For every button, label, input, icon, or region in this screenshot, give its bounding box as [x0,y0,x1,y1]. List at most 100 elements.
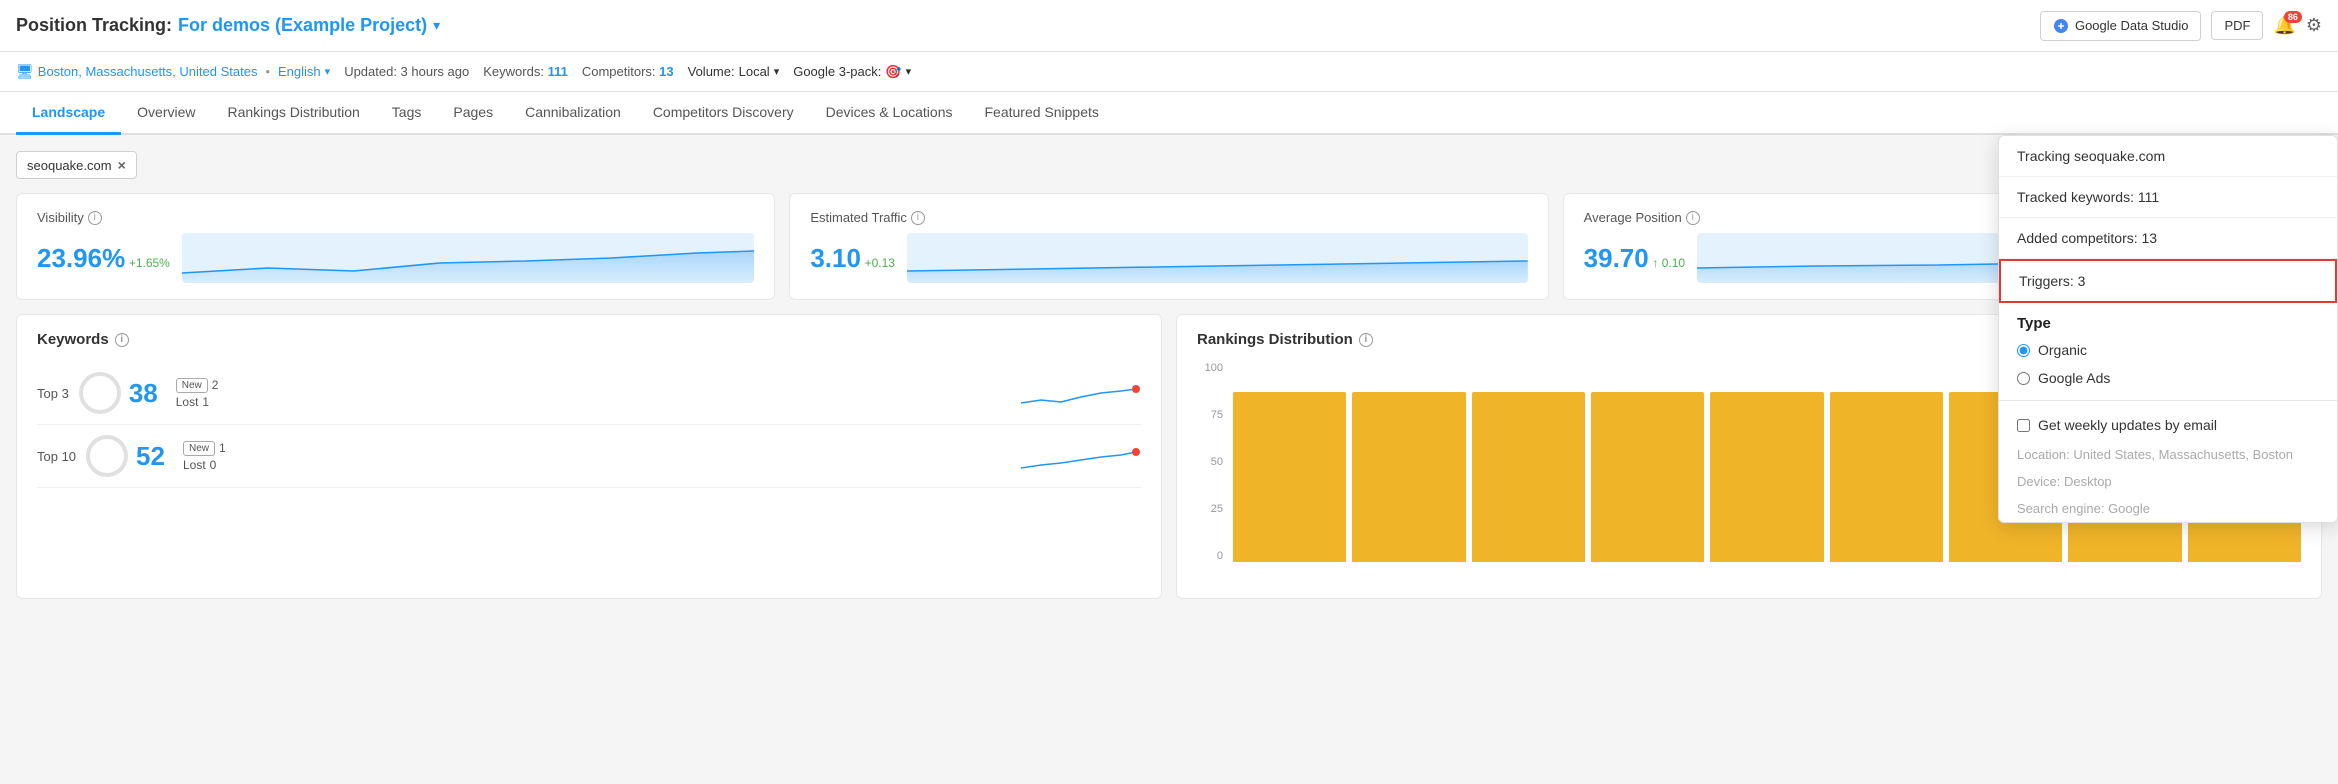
cards-row: Visibility i 23.96% +1.65% [16,193,2322,300]
filter-bar: seoquake.com × [16,151,2322,179]
gpack-dropdown[interactable]: Google 3-pack: 🎯 ▾ [793,64,911,80]
kw-top3-ring [79,372,121,414]
y-label-100: 100 [1205,362,1223,374]
dp-tracking-label: Tracking seoquake.com [1999,136,2337,177]
gpack-dropdown-arrow: ▾ [906,65,912,78]
keywords-title: Keywords i [37,331,1141,348]
kw-top10-ring [86,435,128,477]
google-data-studio-button[interactable]: Google Data Studio [2040,11,2201,41]
kw-top3-new-badge: New [176,378,208,393]
rd-bar-2 [1352,392,1465,562]
nav-item-rankings-distribution[interactable]: Rankings Distribution [212,92,376,135]
notification-badge: 86 [2284,11,2302,23]
location-text: Boston, Massachusetts, United States [38,64,258,79]
visibility-value: 23.96% [37,243,125,273]
keywords-value: 111 [548,64,568,79]
keywords-card: Keywords i Top 3 38 [16,314,1162,599]
visibility-info-icon[interactable]: i [88,211,102,225]
rd-bar-5 [1710,392,1823,562]
gds-button-label: Google Data Studio [2075,18,2188,33]
volume-dropdown-arrow: ▾ [774,65,780,78]
gpack-label: Google 3-pack: [793,64,881,79]
nav-item-tags[interactable]: Tags [376,92,438,135]
kw-top3-left: Top 3 38 New 2 Lost [37,372,218,414]
notification-bell-button[interactable]: 🔔 86 [2273,15,2295,36]
dp-type-google-ads-label: Google Ads [2038,370,2110,386]
visibility-change: +1.65% [129,256,170,270]
position-change: ↑ 0.10 [1652,256,1685,270]
kw-top3-value: 38 [129,378,158,409]
dp-location-meta: Location: United States, Massachusetts, … [1999,441,2337,468]
competitors-label: Competitors: [582,64,656,79]
monitor-icon: 🖥 [16,63,34,80]
visibility-title: Visibility i [37,210,754,225]
settings-button[interactable]: ⚙ [2306,15,2322,36]
kw-top3-chart [1021,375,1141,411]
volume-label: Volume: [688,64,735,79]
updated-info: Updated: 3 hours ago [344,64,469,79]
keywords-info: Keywords: 111 [483,64,568,79]
gds-icon [2053,18,2069,34]
kw-top10-new-value: 1 [219,441,226,455]
rankings-info-icon[interactable]: i [1359,333,1373,347]
kw-top3-new-value: 2 [212,378,219,392]
nav-bar: Landscape Overview Rankings Distribution… [0,92,2338,135]
kw-top3-lost-value: 1 [202,395,209,409]
dp-type-google-ads-radio[interactable] [2017,372,2030,385]
gpack-icon: 🎯 [885,64,901,80]
dp-type-organic-radio[interactable] [2017,344,2030,357]
location-dropdown-arrow: ▾ [325,65,331,78]
keywords-top3-row: Top 3 38 New 2 Lost [37,362,1141,425]
keywords-top10-row: Top 10 52 New 1 Lost [37,425,1141,488]
page-title-static: Position Tracking: [16,15,172,36]
rd-bar-3 [1472,392,1585,562]
dp-type-organic-row: Organic [1999,336,2337,364]
filter-tag-remove[interactable]: × [118,157,126,173]
top-bar-right: Google Data Studio PDF 🔔 86 ⚙ [2040,11,2322,41]
nav-item-cannibalization[interactable]: Cannibalization [509,92,637,135]
nav-item-pages[interactable]: Pages [437,92,509,135]
dp-device-meta: Device: Desktop [1999,468,2337,495]
location-selector[interactable]: 🖥 Boston, Massachusetts, United States •… [16,63,330,80]
separator-dot: • [265,64,270,79]
y-axis: 100 75 50 25 0 [1197,362,1227,582]
y-label-0: 0 [1217,550,1223,562]
visibility-value-row: 23.96% +1.65% [37,233,754,283]
project-title-link[interactable]: For demos (Example Project) [178,15,427,36]
main-content: seoquake.com × Visibility i 23.96% +1.65… [0,135,2338,779]
dp-type-google-ads-row: Google Ads [1999,364,2337,392]
traffic-value-row: 3.10 +0.13 [810,233,1527,283]
kw-top3-label: Top 3 [37,386,69,401]
visibility-card: Visibility i 23.96% +1.65% [16,193,775,300]
y-label-25: 25 [1211,503,1223,515]
top-bar-left: Position Tracking: For demos (Example Pr… [16,15,440,36]
sub-bar: 🖥 Boston, Massachusetts, United States •… [0,52,2338,92]
volume-dropdown[interactable]: Volume: Local ▾ [688,64,780,79]
traffic-info-icon[interactable]: i [911,211,925,225]
rd-bar-6 [1830,392,1943,562]
nav-item-landscape[interactable]: Landscape [16,92,121,135]
project-dropdown-arrow[interactable]: ▾ [433,17,440,34]
kw-top10-right [1021,438,1141,474]
rd-bar-4 [1591,392,1704,562]
dp-added-competitors: Added competitors: 13 [1999,218,2337,259]
dp-weekly-updates-checkbox[interactable] [2017,419,2030,432]
nav-item-overview[interactable]: Overview [121,92,211,135]
kw-top10-lost-label: Lost [183,458,206,472]
traffic-change: +0.13 [865,256,895,270]
position-value: 39.70 [1584,243,1649,273]
dp-search-engine-meta: Search engine: Google [1999,495,2337,522]
pdf-button[interactable]: PDF [2211,11,2263,40]
kw-top10-chart [1021,438,1141,474]
nav-item-featured-snippets[interactable]: Featured Snippets [968,92,1114,135]
kw-top3-badges: New 2 Lost 1 [176,378,219,409]
dp-type-organic-label: Organic [2038,342,2087,358]
position-info-icon[interactable]: i [1686,211,1700,225]
keywords-info-icon[interactable]: i [115,333,129,347]
rd-bar-1 [1233,392,1346,562]
nav-item-competitors-discovery[interactable]: Competitors Discovery [637,92,810,135]
nav-item-devices-locations[interactable]: Devices & Locations [810,92,969,135]
kw-top10-badges: New 1 Lost 0 [183,441,226,472]
traffic-chart [907,233,1528,283]
language-text: English [278,64,321,79]
